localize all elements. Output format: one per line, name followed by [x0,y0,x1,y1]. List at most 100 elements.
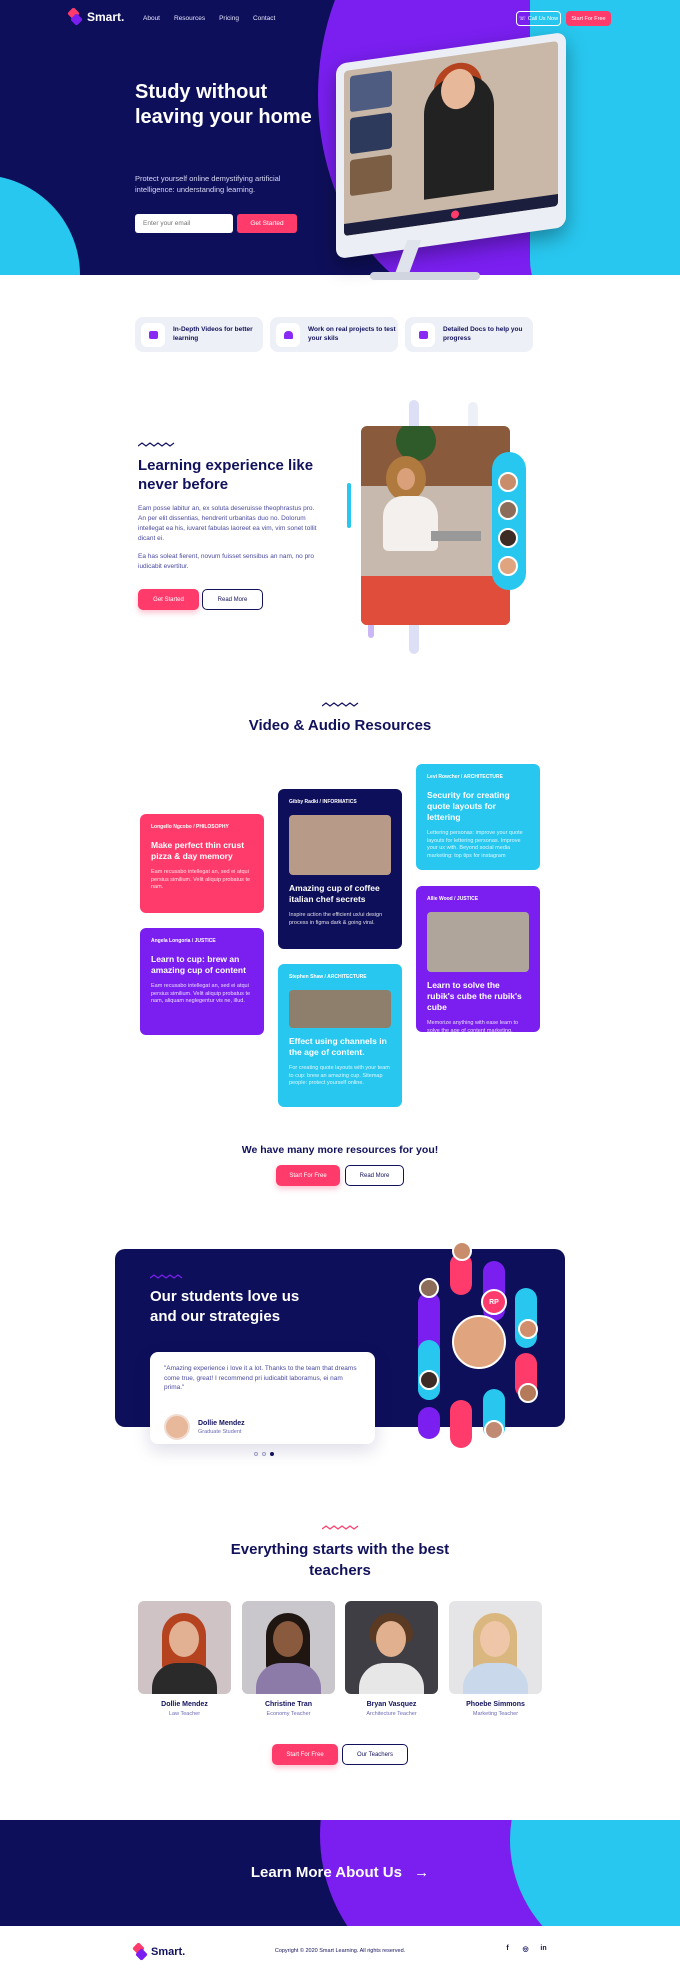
teacher-name: Bryan Vasquez [366,1701,417,1708]
carousel-dot[interactable] [262,1452,266,1456]
student-avatar [518,1319,538,1339]
card-title: Learn to cup: brew an amazing cup of con… [151,954,246,975]
learning-get-started-button[interactable]: Get Started [138,589,199,610]
nav-start-free-button[interactable]: Start For Free [566,11,611,26]
card-meta: Gibby Radki / INFORMATICS [289,799,357,805]
teacher-name: Christine Tran [264,1701,313,1708]
student-avatar [419,1370,439,1390]
author-avatar [164,1414,190,1440]
email-input[interactable] [135,214,233,233]
card-meta: Longello Ngcobo / PHILOSOPHY [151,824,229,830]
nav-link-resources[interactable]: Resources [174,15,205,22]
resources-read-more-button[interactable]: Read More [345,1165,404,1186]
teacher-card[interactable]: Christine Tran Economy Teacher [242,1601,335,1717]
video-call-monitor-image [336,31,566,260]
card-meta: Allie Wood / JUSTICE [427,896,479,902]
resources-start-free-button[interactable]: Start For Free [276,1165,340,1186]
linkedin-icon[interactable]: in [539,1945,548,1953]
nav-link-pricing[interactable]: Pricing [219,15,239,22]
learn-more-link[interactable]: Learn More About Us → [0,1864,680,1881]
call-us-button[interactable]: ☏ Call Us Now [516,11,561,26]
photo-shirt [383,496,438,551]
resource-card[interactable]: Stephen Shaw / ARCHITECTURE Effect using… [278,964,402,1107]
carousel-dot-active[interactable] [270,1452,274,1456]
arrow-right-icon: → [414,1864,430,1881]
online-avatars-strip [492,452,526,590]
card-description: Eam recusabo intellegat an, sed ei atqui… [151,983,251,1004]
hero-title: Study without leaving your home [135,81,312,128]
student-laptop-photo [361,426,510,625]
learning-squiggle-icon [138,442,175,447]
teacher-card[interactable]: Dollie Mendez Law Teacher [138,1601,231,1717]
quote-author: Dollie Mendez Graduate Student [164,1414,245,1440]
top-navigation: Smart. About Resources Pricing Contact ☏… [0,0,680,36]
teacher-photo [449,1601,542,1694]
social-links: f ◎ in [503,1945,548,1953]
feature-videos: In-Depth Videos for better learning [135,317,263,352]
learn-more-label: Learn More About Us [250,1864,402,1881]
author-role: Graduate Student [198,1428,242,1435]
card-title: Make perfect thin crust pizza & day memo… [151,840,245,861]
phone-icon: ☏ [518,15,526,22]
carousel-dots [254,1452,274,1456]
card-description: Lettering personas: improve your quote l… [427,830,523,859]
teacher-photo [345,1601,438,1694]
teacher-role: Law Teacher [168,1711,201,1717]
card-description: Inspire action the efficient ux/ui desig… [289,912,383,926]
card-description: Eam recusabo intellegat an, sed ei atqui… [151,869,251,890]
learning-read-more-button[interactable]: Read More [202,589,263,610]
card-title: Security for creating quote layouts for … [427,790,510,822]
card-image [427,912,529,972]
card-image [289,990,391,1028]
nav-link-about[interactable]: About [143,15,160,22]
avatar [498,472,518,492]
resource-card[interactable]: Gibby Radki / INFORMATICS Amazing cup of… [278,789,402,949]
quote-text: "Amazing experience i love it a lot. Tha… [164,1365,357,1391]
teacher-name: Dollie Mendez [161,1701,208,1708]
decor-pill [418,1407,440,1439]
teacher-card[interactable]: Phoebe Simmons Marketing Teacher [449,1601,542,1717]
initials-badge: RP [481,1289,507,1315]
card-description: For creating quote layouts with your tea… [289,1065,390,1086]
teacher-role: Marketing Teacher [472,1711,519,1717]
resource-card[interactable]: Longello Ngcobo / PHILOSOPHY Make perfec… [140,814,264,913]
our-teachers-button[interactable]: Our Teachers [342,1744,408,1765]
teacher-photo [138,1601,231,1694]
participant-tile [350,70,392,113]
brand-name: Smart. [87,10,125,24]
monitor-base [370,272,480,280]
docs-icon [411,322,435,347]
resources-title: Video & Audio Resources [248,717,432,734]
testimonial-title: Our students love us and our strategies [150,1288,300,1325]
carousel-dot[interactable] [254,1452,258,1456]
facebook-icon[interactable]: f [503,1945,512,1953]
card-description: Memorize anything with ease learn to sol… [427,1020,519,1034]
resource-card[interactable]: Allie Wood / JUSTICE Learn to solve the … [416,886,540,1034]
teacher-photo [242,1601,335,1694]
video-icon [141,322,165,347]
resources-squiggle-icon [322,702,359,707]
participant-tile [350,154,392,197]
teacher-card[interactable]: Bryan Vasquez Architecture Teacher [345,1601,438,1717]
hero-get-started-button[interactable]: Get Started [237,214,297,233]
feature-label: Detailed Docs to help you progress [443,326,523,342]
feature-docs: Detailed Docs to help you progress [405,317,533,352]
avatar [498,528,518,548]
photo-face [397,468,415,490]
brand-logo[interactable]: Smart. [67,7,125,26]
logo-icon [67,7,83,26]
card-image [289,815,391,875]
nav-link-contact[interactable]: Contact [253,15,275,22]
decor-pill [515,1288,537,1348]
participant-tile [350,112,392,155]
resource-card[interactable]: Angela Longoria / JUSTICE Learn to cup: … [140,928,264,1035]
teachers-start-free-button[interactable]: Start For Free [272,1744,338,1765]
teachers-squiggle-icon [322,1525,359,1530]
author-name: Dollie Mendez [198,1419,245,1427]
decor-bar [347,483,351,528]
instagram-icon[interactable]: ◎ [521,1945,530,1953]
resource-card[interactable]: Levi Rowcher / ARCHITECTURE Security for… [416,764,540,870]
feature-label: Work on real projects to test your skils [308,326,396,342]
teacher-role: Architecture Teacher [366,1711,417,1717]
student-avatar [518,1383,538,1403]
